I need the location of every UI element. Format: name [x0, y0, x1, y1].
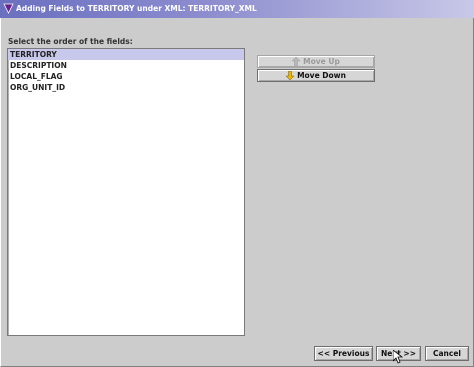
- list-item[interactable]: LOCAL_FLAG: [8, 71, 244, 82]
- list-item[interactable]: ORG_UNIT_ID: [8, 82, 244, 93]
- next-label: Next >>: [381, 349, 416, 358]
- list-item[interactable]: DESCRIPTION: [8, 60, 244, 71]
- arrow-up-icon: [292, 57, 301, 66]
- title-bar[interactable]: Adding Fields to TERRITORY under XML: TE…: [0, 0, 474, 18]
- window-title: Adding Fields to TERRITORY under XML: TE…: [16, 4, 257, 13]
- move-down-button[interactable]: Move Down: [257, 69, 375, 82]
- app-icon: [3, 3, 14, 14]
- move-down-label: Move Down: [297, 71, 346, 80]
- arrow-down-icon: [286, 71, 295, 80]
- list-item[interactable]: TERRITORY: [8, 49, 244, 60]
- cancel-label: Cancel: [432, 349, 461, 358]
- fields-order-prompt: Select the order of the fields:: [8, 37, 133, 46]
- move-up-button[interactable]: Move Up: [257, 55, 375, 68]
- move-up-label: Move Up: [303, 57, 340, 66]
- cancel-button[interactable]: Cancel: [425, 346, 469, 361]
- previous-button[interactable]: << Previous: [314, 346, 373, 361]
- next-button[interactable]: Next >>: [376, 346, 421, 361]
- previous-label: << Previous: [317, 349, 370, 358]
- fields-list[interactable]: TERRITORY DESCRIPTION LOCAL_FLAG ORG_UNI…: [7, 48, 245, 336]
